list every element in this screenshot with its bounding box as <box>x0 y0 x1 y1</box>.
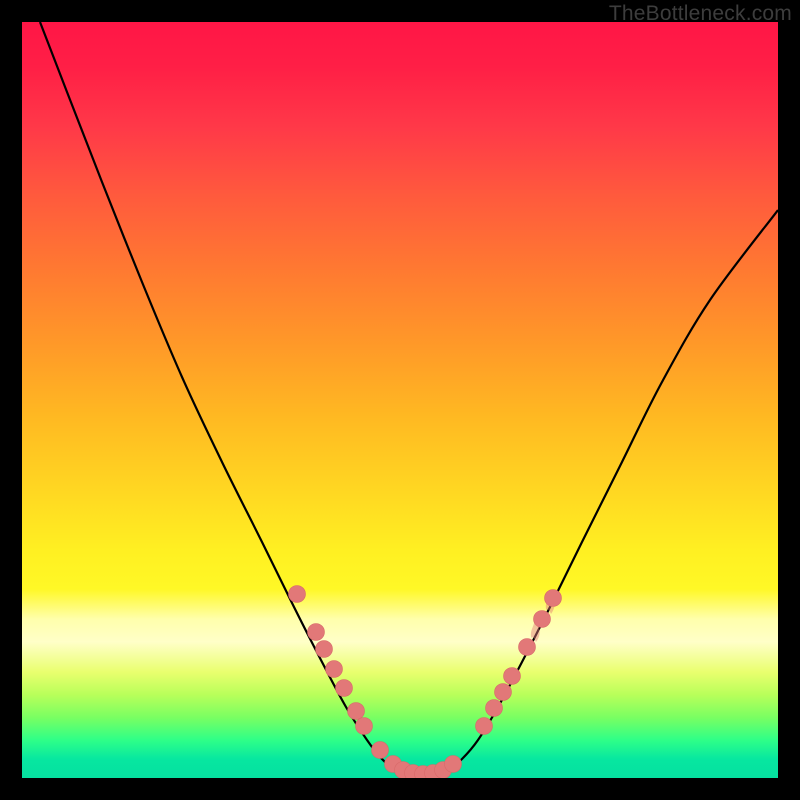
curve-marker <box>476 718 493 735</box>
curve-marker <box>519 639 536 656</box>
curve-marker <box>348 703 365 720</box>
watermark-text: TheBottleneck.com <box>609 2 792 26</box>
curve-marker <box>356 718 373 735</box>
curve-overlay <box>22 22 778 778</box>
bottleneck-curve <box>40 22 778 776</box>
curve-marker <box>495 684 512 701</box>
curve-marker <box>289 586 306 603</box>
chart-frame: TheBottleneck.com <box>0 0 800 800</box>
plot-area <box>22 22 778 778</box>
curve-marker <box>336 680 353 697</box>
curve-marker <box>308 624 325 641</box>
curve-marker <box>326 661 343 678</box>
curve-marker <box>486 700 503 717</box>
curve-marker <box>372 742 389 759</box>
curve-marker <box>445 756 462 773</box>
curve-marker <box>504 668 521 685</box>
curve-marker <box>316 641 333 658</box>
